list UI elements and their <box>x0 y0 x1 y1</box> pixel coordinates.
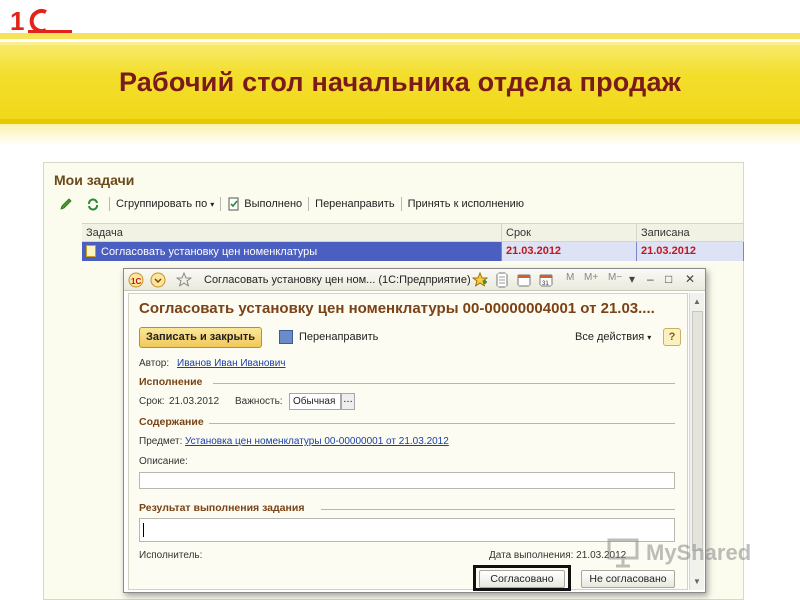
refresh-icon <box>88 198 98 211</box>
edit-button[interactable] <box>54 195 81 213</box>
panel-title: Мои задачи <box>54 172 135 188</box>
command-bar: Записать и закрыть Перенаправить Все дей… <box>139 327 681 349</box>
importance-label: Важность: <box>235 396 283 407</box>
not-approved-button[interactable]: Не согласовано <box>581 570 675 588</box>
title-band: Рабочий стол начальника отдела продаж <box>0 33 800 124</box>
accept-button[interactable]: Принять к исполнению <box>403 195 529 213</box>
column-due[interactable]: Срок <box>502 224 637 241</box>
chevron-down-icon: ▾ <box>647 333 652 342</box>
importance-field[interactable]: Обычная <box>289 393 341 410</box>
window-menu-icon[interactable]: ▾ <box>629 272 635 286</box>
help-button[interactable]: ? <box>663 328 681 346</box>
scrollbar-thumb[interactable] <box>692 311 703 551</box>
memory-plus-button[interactable]: M+ <box>584 272 598 283</box>
add-favorite-icon[interactable] <box>472 272 488 288</box>
calendar-icon[interactable] <box>516 272 532 288</box>
watermark: MyShared <box>606 536 766 570</box>
maximize-icon[interactable]: □ <box>665 272 672 286</box>
tasks-table: Задача Срок Записана Согласовать установ… <box>82 223 744 263</box>
group-by-button[interactable]: Сгруппировать по ▾ <box>111 195 219 213</box>
watermark-text: MyShared <box>646 540 752 565</box>
dialog-titlebar: 1С Согласовать установку цен ном... (1С:… <box>124 269 705 291</box>
scroll-up-icon[interactable]: ▲ <box>693 297 701 306</box>
author-label: Автор: <box>139 358 170 369</box>
due-label: Срок: <box>139 396 165 407</box>
result-input[interactable] <box>139 518 675 542</box>
subject-label: Предмет: <box>139 436 183 447</box>
description-field[interactable] <box>139 472 675 489</box>
task-document-icon <box>86 245 96 257</box>
redirect-button[interactable]: Перенаправить <box>310 195 399 213</box>
document-icon[interactable] <box>494 272 510 288</box>
scroll-down-icon[interactable]: ▼ <box>693 577 701 586</box>
memory-button[interactable]: M <box>566 272 574 283</box>
recorded-cell: 21.03.2012 <box>637 242 744 261</box>
tasks-toolbar: Сгруппировать по ▾ Выполнено Перенаправи… <box>54 195 529 213</box>
description-label: Описание: <box>139 456 188 467</box>
star-icon[interactable] <box>176 272 192 288</box>
author-link[interactable]: Иванов Иван Иванович <box>177 358 286 369</box>
window-title: Согласовать установку цен ном... (1С:Пре… <box>204 274 471 286</box>
executor-label: Исполнитель: <box>139 550 203 561</box>
document-title: Согласовать установку цен номенклатуры 0… <box>139 300 655 317</box>
column-recorded[interactable]: Записана <box>637 224 744 241</box>
menu-dropdown-icon[interactable] <box>150 272 166 288</box>
section-result: Результат выполнения задания <box>139 502 305 514</box>
svg-text:1: 1 <box>10 6 24 36</box>
subject-link[interactable]: Установка цен номенклатуры 00-00000001 о… <box>185 436 449 447</box>
table-header: Задача Срок Записана <box>82 223 744 242</box>
done-button[interactable]: Выполнено <box>222 195 307 213</box>
dialog-redirect-button[interactable]: Перенаправить <box>299 331 378 343</box>
all-actions-button[interactable]: Все действия ▾ <box>575 331 651 343</box>
pencil-icon <box>60 198 72 210</box>
1c-logo: 1 <box>10 6 72 36</box>
task-cell: Согласовать установку цен номенклатуры <box>82 242 502 261</box>
dialog-body: Согласовать установку цен номенклатуры 0… <box>128 293 688 591</box>
presentation-icon <box>607 538 639 568</box>
slide-title: Рабочий стол начальника отдела продаж <box>118 67 682 97</box>
save-icon[interactable] <box>279 330 293 344</box>
table-row[interactable]: Согласовать установку цен номенклатуры 2… <box>82 242 744 261</box>
refresh-button[interactable] <box>81 195 108 213</box>
svg-text:31: 31 <box>542 281 549 287</box>
text-cursor <box>143 523 144 537</box>
due-cell: 21.03.2012 <box>502 242 637 261</box>
importance-select-button[interactable]: … <box>341 393 355 410</box>
minimize-icon[interactable]: – <box>647 272 654 286</box>
calendar-31-icon[interactable]: 31 <box>538 272 554 288</box>
close-icon[interactable]: ✕ <box>685 272 695 286</box>
svg-text:1С: 1С <box>131 277 141 286</box>
highlight-frame <box>473 565 571 591</box>
chevron-down-icon: ▾ <box>210 199 215 209</box>
section-execution: Исполнение <box>139 376 203 388</box>
done-document-icon <box>228 197 239 211</box>
memory-minus-button[interactable]: M− <box>608 272 622 283</box>
1c-logo-icon[interactable]: 1С <box>128 272 144 288</box>
section-content: Содержание <box>139 416 204 428</box>
save-close-button[interactable]: Записать и закрыть <box>139 327 263 348</box>
due-value: 21.03.2012 <box>169 396 220 407</box>
column-task[interactable]: Задача <box>82 224 502 241</box>
